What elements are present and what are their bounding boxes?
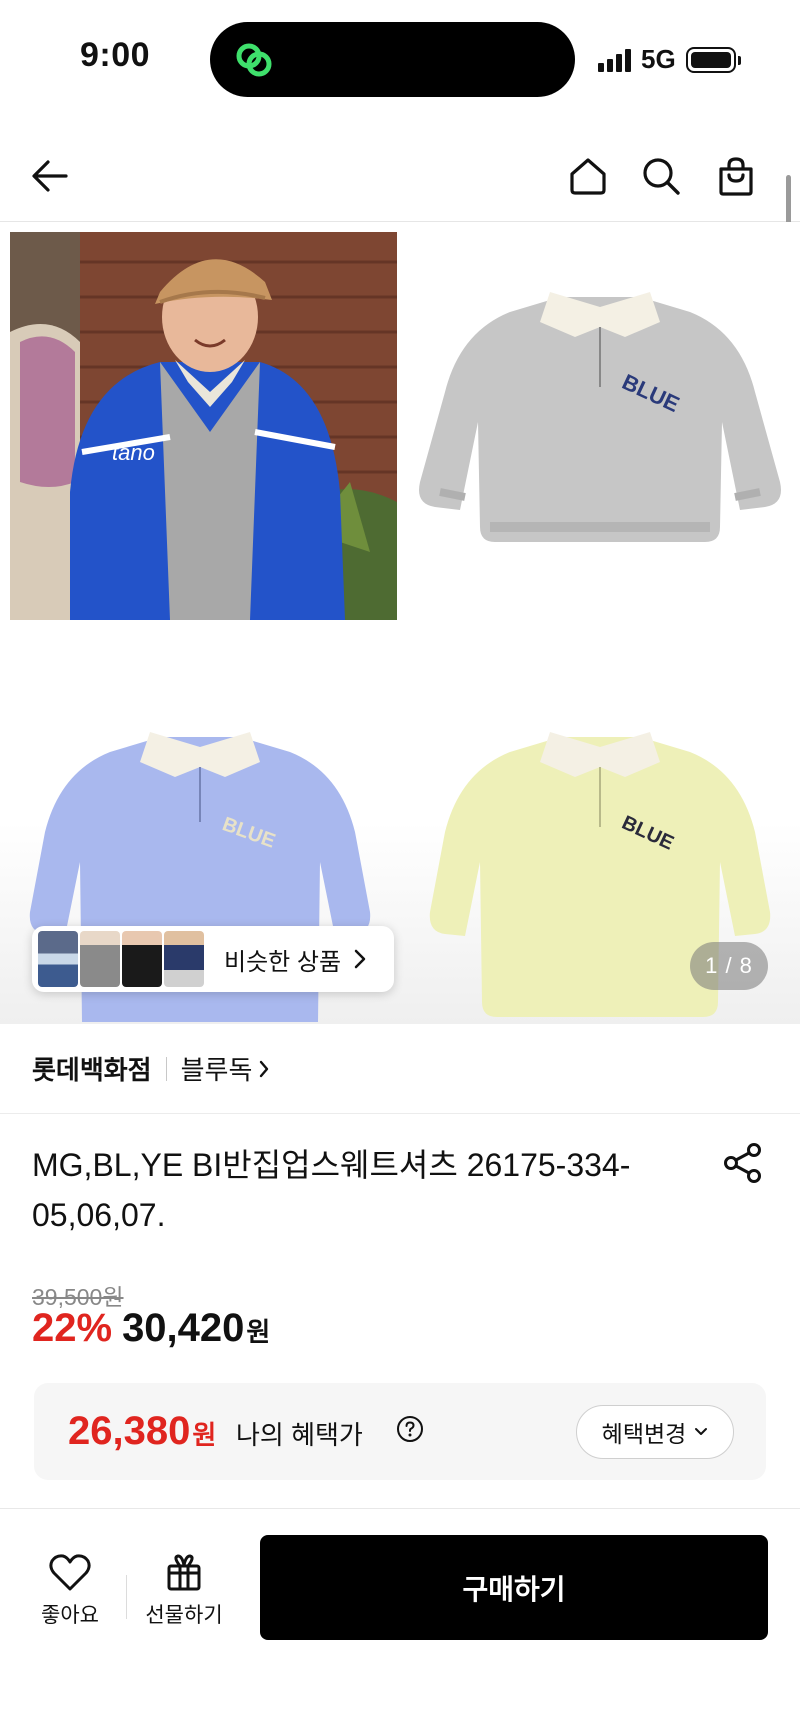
network-label: 5G (641, 44, 676, 74)
home-icon (570, 158, 606, 195)
benefit-change-label: 혜택변경 (601, 1421, 687, 1447)
sale-price: 30,420 (122, 1306, 245, 1350)
shopping-bag-icon (719, 157, 753, 196)
similar-thumb (80, 931, 120, 987)
share-button[interactable] (720, 1140, 766, 1186)
chevron-down-icon (695, 1428, 708, 1435)
price-row: 22% 30,420 원 (32, 1306, 270, 1351)
top-nav-bar (0, 130, 800, 222)
help-icon[interactable] (396, 1415, 424, 1443)
similar-thumb (38, 931, 78, 987)
gift-icon (167, 1554, 201, 1591)
back-arrow-icon (32, 160, 68, 192)
product-image-gallery[interactable]: tano BLUE BLUE BLUE (0, 222, 800, 1024)
similar-thumb (164, 931, 204, 987)
brand-name: 블루독 (180, 1055, 253, 1085)
share-icon (724, 1143, 761, 1183)
child-model-photo: tano (10, 232, 397, 620)
benefit-price-value: 26,380 (68, 1409, 191, 1453)
store-name[interactable]: 롯데백화점 (32, 1050, 152, 1087)
dynamic-island-app-icon (236, 43, 272, 77)
brand-link[interactable]: 블루독 (181, 1050, 271, 1087)
chevron-right-icon (260, 1060, 269, 1077)
like-button[interactable]: 좋아요 (28, 1553, 112, 1637)
benefit-price-box: 26,380 원 나의 혜택가 혜택변경 (34, 1383, 766, 1480)
benefit-label: 나의 혜택가 (236, 1420, 363, 1450)
bottom-divider (126, 1575, 127, 1619)
benefit-price-unit: 원 (192, 1420, 217, 1450)
svg-text:tano: tano (112, 440, 155, 465)
bottom-action-bar: 좋아요 선물하기 구매하기 (0, 1508, 800, 1734)
buy-button[interactable]: 구매하기 (260, 1535, 768, 1640)
battery-icon (685, 46, 741, 73)
search-button[interactable] (633, 148, 689, 204)
discount-rate: 22% (32, 1306, 113, 1350)
home-button[interactable] (560, 148, 616, 204)
shopping-bag-button[interactable] (708, 148, 764, 204)
similar-products-thumbnails (38, 931, 204, 987)
dynamic-island (210, 22, 575, 97)
image-page-indicator: 1 / 8 (690, 942, 768, 990)
product-title: MG,BL,YE BI반집업스웨트셔츠 26175-334-05,06,07. (32, 1147, 631, 1233)
gray-sweatshirt-image: BLUE (410, 242, 790, 612)
gift-button[interactable]: 선물하기 (136, 1553, 232, 1637)
status-icons: 5G (598, 44, 741, 75)
back-button[interactable] (22, 148, 78, 204)
status-time: 9:00 (80, 36, 151, 74)
similar-products-label: 비슷한 상품 (224, 948, 342, 976)
benefit-change-button[interactable]: 혜택변경 (576, 1405, 734, 1459)
signal-icon (598, 48, 631, 72)
like-label: 좋아요 (41, 1604, 99, 1627)
gift-label: 선물하기 (145, 1604, 223, 1627)
benefit-price: 26,380 원 (68, 1409, 216, 1454)
similar-thumb (122, 931, 162, 987)
chevron-right-icon (354, 949, 366, 969)
sale-price-unit: 원 (246, 1317, 271, 1347)
search-icon (643, 158, 680, 195)
store-divider (165, 1056, 167, 1081)
heart-icon (49, 1554, 91, 1591)
store-brand-row: 롯데백화점 블루독 (0, 1024, 800, 1114)
similar-products-button[interactable]: 비슷한 상품 (32, 926, 394, 992)
status-bar: 9:00 5G (0, 0, 800, 120)
